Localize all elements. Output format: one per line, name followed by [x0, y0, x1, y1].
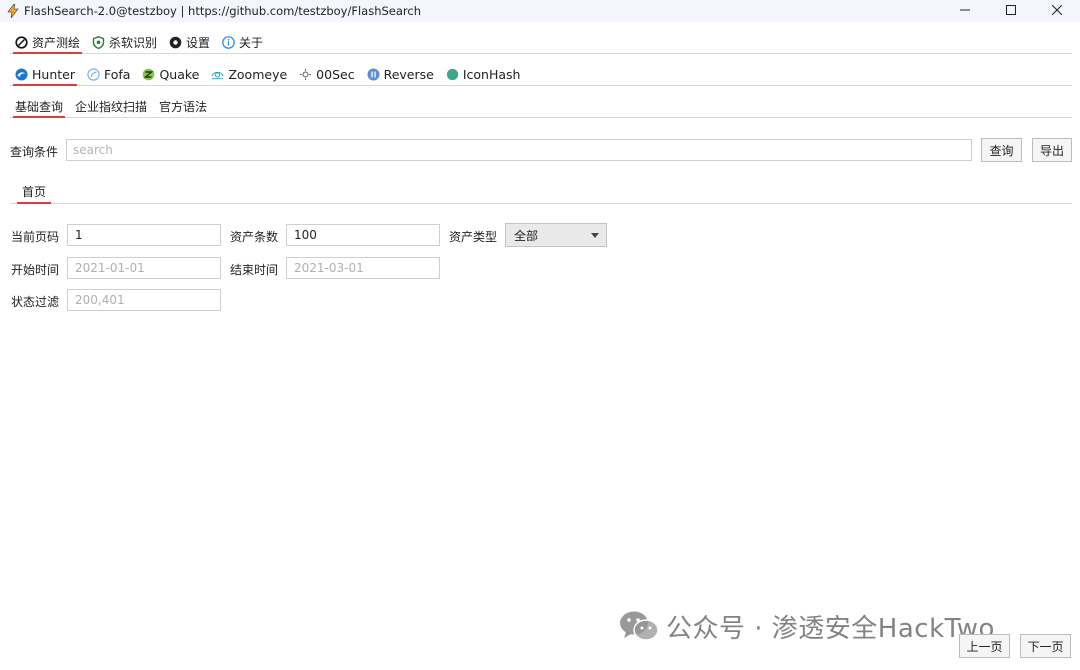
- title-bar: FlashSearch-2.0@testzboy | https://githu…: [0, 0, 1080, 22]
- tab-label: 杀软识别: [109, 35, 158, 50]
- start-time-label: 开始时间: [11, 263, 60, 277]
- tab-fofa[interactable]: Fofa: [82, 63, 135, 85]
- query-button[interactable]: 查询: [981, 138, 1022, 162]
- query-condition-label: 查询条件: [10, 145, 59, 159]
- hunter-icon: [15, 68, 28, 81]
- tab-hunter[interactable]: Hunter: [10, 63, 80, 86]
- tab-label: Reverse: [383, 66, 434, 82]
- watermark-text: 公众号 · 渗透安全HackTwo: [666, 613, 995, 644]
- tab-label: 首页: [22, 184, 47, 199]
- result-tab-bar: 首页: [10, 179, 1072, 204]
- tab-iconhash[interactable]: IconHash: [441, 63, 526, 85]
- tab-zoomeye[interactable]: Zoomeye: [206, 63, 292, 85]
- fofa-icon: [87, 67, 100, 81]
- tab-enterprise-fingerprint-scan[interactable]: 企业指纹扫描: [70, 95, 152, 117]
- asset-count-field[interactable]: [286, 224, 440, 246]
- search-input[interactable]: [66, 139, 972, 161]
- export-button[interactable]: 导出: [1032, 138, 1072, 162]
- tab-settings[interactable]: 设置: [164, 31, 215, 53]
- status-filter-label: 状态过滤: [11, 295, 60, 309]
- window-controls: [942, 0, 1080, 20]
- sun-icon: [299, 68, 312, 81]
- prev-page-button[interactable]: 上一页: [959, 634, 1010, 658]
- engine-tab-bar: Hunter Fofa Quake Zoomeye 00Sec Reverse …: [10, 63, 1072, 86]
- tab-label: Fofa: [103, 66, 131, 82]
- end-time-field[interactable]: [286, 257, 440, 279]
- tab-label: 设置: [186, 35, 211, 50]
- tab-label: 关于: [239, 35, 264, 50]
- end-time-label: 结束时间: [230, 263, 279, 277]
- watermark: 公众号 · 渗透安全HackTwo: [618, 608, 995, 644]
- tab-asset-mapping[interactable]: 资产测绘: [10, 31, 85, 54]
- close-button[interactable]: [1034, 0, 1080, 20]
- tab-basic-query[interactable]: 基础查询: [10, 95, 68, 118]
- window-title: FlashSearch-2.0@testzboy | https://githu…: [24, 4, 422, 18]
- zoomeye-icon: [211, 68, 224, 81]
- quake-icon: [142, 68, 155, 81]
- current-page-field[interactable]: [67, 224, 221, 246]
- asset-type-label: 资产类型: [449, 230, 498, 244]
- chevron-down-icon: [584, 224, 606, 246]
- minimize-button[interactable]: [942, 0, 988, 20]
- tab-home-page[interactable]: 首页: [15, 179, 53, 204]
- tab-official-syntax[interactable]: 官方语法: [154, 95, 212, 117]
- start-time-field[interactable]: [67, 257, 221, 279]
- maximize-button[interactable]: [988, 0, 1034, 20]
- tab-label: 基础查询: [15, 99, 64, 114]
- tab-label: 00Sec: [316, 66, 355, 82]
- tab-label: Quake: [159, 66, 200, 82]
- lightning-icon: [7, 4, 19, 18]
- tab-label: IconHash: [462, 66, 521, 82]
- search-row: 查询条件 查询 导出: [10, 137, 1072, 163]
- tab-00sec[interactable]: 00Sec: [294, 63, 359, 85]
- reverse-icon: [367, 68, 380, 81]
- maximize-icon: [1006, 5, 1016, 15]
- tab-reverse[interactable]: Reverse: [362, 63, 439, 85]
- wechat-icon: [620, 611, 659, 641]
- shield-icon: [92, 35, 105, 49]
- iconhash-icon: [446, 68, 459, 81]
- main-tab-bar: 资产测绘 杀软识别 设置 关于: [10, 31, 1072, 54]
- tab-label: Hunter: [32, 66, 75, 82]
- tab-label: 官方语法: [159, 99, 208, 114]
- query-tab-bar: 基础查询 企业指纹扫描 官方语法: [10, 95, 1072, 118]
- current-page-label: 当前页码: [11, 230, 60, 244]
- gear-icon: [169, 36, 182, 49]
- minimize-icon: [960, 9, 970, 11]
- tab-quake[interactable]: Quake: [137, 63, 204, 85]
- info-icon: [222, 35, 235, 49]
- app-window: FlashSearch-2.0@testzboy | https://githu…: [0, 0, 1080, 670]
- asset-count-label: 资产条数: [230, 230, 279, 244]
- status-filter-field[interactable]: [67, 289, 221, 311]
- tab-label: 资产测绘: [32, 35, 81, 50]
- close-icon: [1052, 5, 1062, 15]
- asset-type-value: 全部: [514, 228, 539, 243]
- tab-about[interactable]: 关于: [217, 31, 268, 53]
- tab-label: Zoomeye: [228, 66, 288, 82]
- asset-type-select[interactable]: 全部: [505, 223, 607, 247]
- compass-icon: [15, 35, 28, 49]
- next-page-button[interactable]: 下一页: [1020, 634, 1071, 658]
- tab-antivirus-detection[interactable]: 杀软识别: [87, 31, 162, 53]
- tab-label: 企业指纹扫描: [75, 99, 148, 114]
